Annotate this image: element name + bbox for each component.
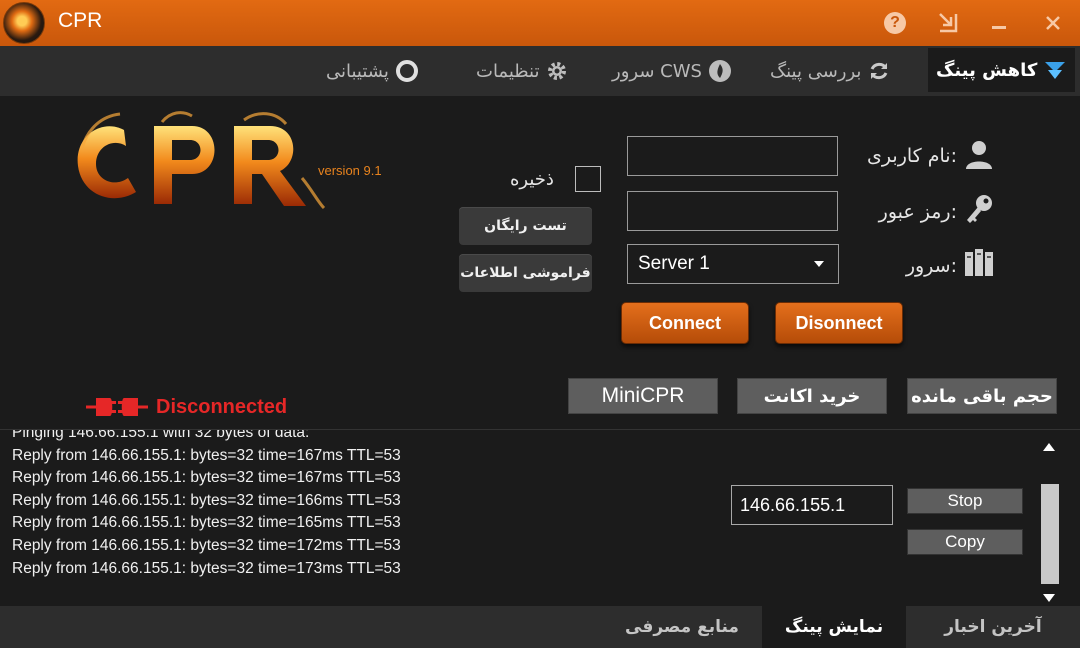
connection-status: Disconnected [86,394,287,420]
username-label: نام کاربری: [867,145,957,167]
cpr-logo-icon [3,2,45,44]
flame-icon [708,59,732,83]
tab-latest-news[interactable]: آخرین اخبار [906,606,1080,648]
minimize-button[interactable] [982,6,1016,40]
status-text: Disconnected [156,395,288,418]
unplugged-icon [86,398,148,416]
free-test-button[interactable]: تست رایگان [459,207,592,245]
tab-ping-display[interactable]: نمایش پینگ [762,606,906,648]
key-icon [967,195,992,223]
version-label: version 9.1 [318,163,382,178]
lifebuoy-icon [395,59,419,83]
password-label: رمز عبور: [878,201,957,223]
tab-support[interactable]: پشتیبانی [326,46,419,96]
ping-log: Pinging 146.66.155.1 with 32 bytes of da… [12,430,612,590]
scroll-down-arrow-icon[interactable] [1043,594,1055,602]
tab-label: پشتیبانی [326,60,389,82]
tab-label: سرور CWS [612,60,702,82]
server-label: سرور: [905,255,957,277]
tab-label: کاهش پینگ [936,59,1038,81]
log-line: Reply from 146.66.155.1: bytes=32 time=1… [12,469,401,487]
log-line: Pinging 146.66.155.1 with 32 bytes of da… [12,430,310,441]
copy-button[interactable]: Copy [907,529,1023,555]
cpr-fire-logo [77,111,326,210]
user-icon [966,141,992,169]
gear-icon [545,59,569,83]
tab-settings[interactable]: تنظیمات [476,46,569,96]
password-field[interactable] [627,191,838,231]
scrollbar-thumb[interactable] [1041,484,1059,584]
disconnect-button[interactable]: Disonnect [775,302,903,344]
funnel-arrow-icon [1043,58,1067,82]
save-label: ذخیره [510,169,554,190]
dock-icon [939,13,958,33]
tab-reduce-ping[interactable]: کاهش پینگ [928,48,1076,92]
log-line: Reply from 146.66.155.1: bytes=32 time=1… [12,536,401,554]
tab-label: تنظیمات [476,60,540,82]
main-tab-bar: کاهش پینگ بررسی پینگ سرور CWS تنظیمات پش… [0,46,1080,96]
ping-target-input[interactable] [731,485,893,525]
buy-account-button[interactable]: خرید اکانت [737,378,887,414]
scroll-up-arrow-icon[interactable] [1043,443,1055,451]
bottom-tab-bar: آخرین اخبار نمایش پینگ منابع مصرفی [0,606,1080,648]
forgot-info-button[interactable]: فراموشی اطلاعات [459,254,592,292]
ping-output-panel: Pinging 146.66.155.1 with 32 bytes of da… [0,429,1080,606]
close-button[interactable] [1036,6,1070,40]
tab-cws-server[interactable]: سرور CWS [612,46,732,96]
minicpr-button[interactable]: MiniCPR [568,378,718,414]
dock-button[interactable] [932,6,966,40]
window-title: CPR [58,9,103,32]
refresh-icon [867,59,891,83]
log-line: Reply from 146.66.155.1: bytes=32 time=1… [12,446,401,464]
username-field[interactable] [627,136,838,176]
help-icon: ? [884,12,906,34]
log-line: Reply from 146.66.155.1: bytes=32 time=1… [12,559,401,577]
minimize-icon [992,26,1006,29]
remaining-volume-button[interactable]: حجم باقی مانده [907,378,1057,414]
tab-label: بررسی پینگ [770,60,862,82]
title-bar: CPR ? [0,0,1080,46]
tab-ping-check[interactable]: بررسی پینگ [770,46,891,96]
chevron-down-icon [814,261,824,267]
server-select[interactable]: Server 1 [627,244,839,284]
server-select-value: Server 1 [638,253,710,274]
save-checkbox[interactable] [575,166,601,192]
server-icon [965,249,993,276]
help-button[interactable]: ? [878,6,912,40]
close-icon [1046,16,1060,30]
log-line: Reply from 146.66.155.1: bytes=32 time=1… [12,514,401,532]
log-line: Reply from 146.66.155.1: bytes=32 time=1… [12,491,401,509]
cpr-window: CPR ? کاهش پینگ بررسی پینگ سرور CWS تنظی… [0,0,1080,648]
connect-button[interactable]: Connect [621,302,749,344]
tab-resources[interactable]: منابع مصرفی [602,606,762,648]
stop-button[interactable]: Stop [907,488,1023,514]
